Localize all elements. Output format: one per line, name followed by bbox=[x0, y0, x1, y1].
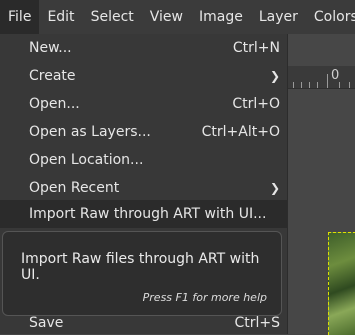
menu-item-create[interactable]: Create ❯ bbox=[0, 62, 287, 90]
ruler-tick bbox=[327, 74, 328, 88]
menu-item-label: Open... bbox=[29, 96, 80, 112]
menu-item-import-raw-art[interactable]: Import Raw through ART with UI... bbox=[0, 200, 287, 228]
menu-view[interactable]: View bbox=[142, 0, 191, 34]
ruler-tick bbox=[317, 82, 318, 88]
shortcut: Ctrl+Alt+O bbox=[201, 124, 280, 140]
tooltip: Import Raw files through ART with UI. Pr… bbox=[2, 231, 282, 316]
shortcut: Ctrl+O bbox=[232, 96, 280, 112]
menu-item-open[interactable]: Open... Ctrl+O bbox=[0, 90, 287, 118]
ruler-tick bbox=[309, 82, 310, 88]
menu-item-label: Open Location... bbox=[29, 152, 144, 168]
menu-item-label: Open Recent bbox=[29, 180, 120, 196]
tooltip-text: Import Raw files through ART with UI. bbox=[21, 251, 260, 283]
menu-item-open-recent[interactable]: Open Recent ❯ bbox=[0, 174, 287, 202]
menu-item-label: Import Raw through ART with UI... bbox=[29, 206, 267, 222]
menu-item-label: New... bbox=[29, 40, 72, 56]
ruler-label: 0 bbox=[331, 68, 340, 83]
menu-select[interactable]: Select bbox=[83, 0, 142, 34]
ruler-tick bbox=[301, 82, 302, 88]
chevron-right-icon: ❯ bbox=[269, 181, 280, 195]
menu-item-label: Save bbox=[29, 315, 64, 331]
shortcut: Ctrl+S bbox=[234, 315, 280, 331]
menu-layer[interactable]: Layer bbox=[251, 0, 306, 34]
menu-item-open-location[interactable]: Open Location... bbox=[0, 146, 287, 174]
menu-item-new[interactable]: New... Ctrl+N bbox=[0, 34, 287, 62]
horizontal-ruler[interactable]: 0 bbox=[287, 66, 355, 89]
menu-file[interactable]: File bbox=[0, 0, 40, 34]
tooltip-help-hint: Press F1 for more help bbox=[142, 291, 267, 304]
menu-item-label: Create bbox=[29, 68, 76, 84]
ruler-tick bbox=[349, 82, 350, 88]
menubar: File Edit Select View Image Layer Colors bbox=[0, 0, 355, 34]
ruler-tick bbox=[293, 82, 294, 88]
menu-edit[interactable]: Edit bbox=[39, 0, 82, 34]
image-canvas[interactable] bbox=[328, 232, 355, 335]
menu-colors[interactable]: Colors bbox=[306, 0, 355, 34]
chevron-right-icon: ❯ bbox=[269, 69, 280, 83]
menu-item-open-as-layers[interactable]: Open as Layers... Ctrl+Alt+O bbox=[0, 118, 287, 146]
menu-image[interactable]: Image bbox=[191, 0, 251, 34]
shortcut: Ctrl+N bbox=[232, 40, 280, 56]
menu-item-label: Open as Layers... bbox=[29, 124, 151, 140]
